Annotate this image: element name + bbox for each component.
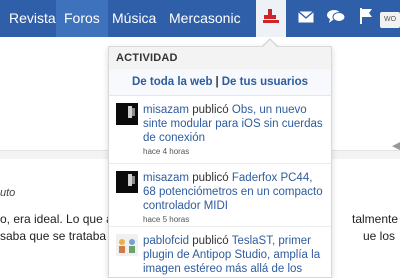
- avatar[interactable]: [116, 103, 138, 125]
- nav-revista[interactable]: Revista: [9, 0, 56, 37]
- activity-user[interactable]: pablofcid: [143, 235, 189, 247]
- post-author-fragment: uto: [0, 187, 16, 199]
- activity-verb: publicó: [192, 235, 229, 247]
- post-text-line1-right: talmente: [352, 212, 399, 226]
- post-text-line1-left: o, era ideal. Lo que an: [0, 212, 120, 226]
- conversations-button[interactable]: [322, 0, 350, 37]
- activity-text: pablofcid publicó TeslaST, primer plugin…: [143, 234, 325, 276]
- filter-separator: |: [215, 76, 219, 88]
- activity-button[interactable]: [256, 0, 286, 37]
- activity-text: misazam publicó Obs, un nuevo sinte modu…: [143, 103, 325, 157]
- nav-foros[interactable]: Foros: [56, 0, 108, 37]
- activity-user[interactable]: misazam: [143, 172, 189, 184]
- dropdown-caret-inner: [263, 40, 277, 47]
- activity-verb: publicó: [192, 104, 229, 116]
- messages-button[interactable]: [292, 0, 320, 37]
- activity-icon: [262, 8, 280, 29]
- chat-icon: [327, 9, 346, 29]
- activity-verb: publicó: [192, 172, 229, 184]
- avatar[interactable]: [116, 171, 138, 193]
- post-text-line2-right: ue los: [363, 229, 396, 243]
- nav-mercasonic[interactable]: Mercasonic: [169, 0, 241, 37]
- reports-button[interactable]: [352, 0, 380, 37]
- activity-dropdown: ACTIVIDAD De toda la web | De tus usuarios…: [108, 46, 332, 278]
- post-text-line2-left: saba que se trataba de: [0, 229, 123, 243]
- activity-item[interactable]: misazam publicó Faderfox PC44, 68 potenc…: [109, 164, 331, 227]
- dropdown-header: ACTIVIDAD: [109, 47, 331, 70]
- activity-text: misazam publicó Faderfox PC44, 68 potenc…: [143, 171, 325, 225]
- flag-icon: [359, 8, 373, 29]
- activity-item[interactable]: misazam publicó Obs, un nuevo sinte modu…: [109, 97, 331, 164]
- filter-all-web[interactable]: De toda la web: [132, 76, 213, 88]
- mail-icon: [298, 10, 314, 28]
- nav-musica[interactable]: Música: [112, 0, 156, 37]
- filter-your-users[interactable]: De tus usuarios: [222, 76, 308, 88]
- site-badge[interactable]: WO: [380, 12, 400, 28]
- activity-time: hace 4 horas: [143, 147, 190, 156]
- avatar[interactable]: [116, 234, 138, 256]
- activity-user[interactable]: misazam: [143, 104, 189, 116]
- activity-item[interactable]: pablofcid publicó TeslaST, primer plugin…: [109, 227, 331, 277]
- activity-time: hace 5 horas: [143, 215, 190, 224]
- dropdown-title: ACTIVIDAD: [116, 52, 178, 64]
- activity-filter: De toda la web | De tus usuarios: [109, 69, 331, 96]
